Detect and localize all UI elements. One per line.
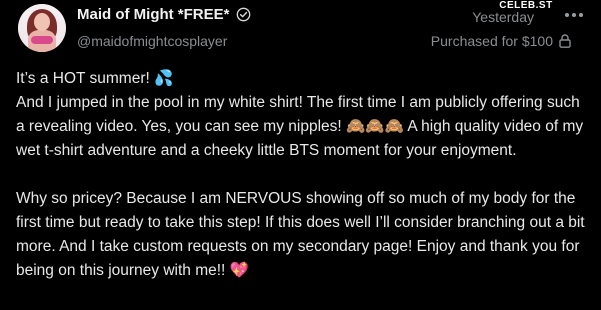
watermark: CELEB.ST — [451, 0, 601, 12]
post-paragraph: Why so pricey? Because I am NERVOUS show… — [16, 190, 585, 279]
avatar[interactable] — [18, 4, 66, 52]
author-name[interactable]: Maid of Might *FREE* — [77, 6, 230, 23]
post-paragraph: And I jumped in the pool in my white shi… — [16, 94, 584, 159]
post-card: CELEB.ST Maid of Might *FREE* @maidofmig… — [0, 0, 601, 310]
purchase-status: Purchased for $100 — [431, 33, 571, 49]
author-name-row: Maid of Might *FREE* — [77, 6, 251, 23]
post-header: Maid of Might *FREE* @maidofmightcosplay… — [16, 3, 585, 63]
lock-icon — [559, 34, 571, 48]
author-handle[interactable]: @maidofmightcosplayer — [77, 33, 227, 49]
purchase-label: Purchased for $100 — [430, 33, 553, 49]
verified-check-icon — [236, 7, 251, 22]
post-paragraph: It’s a HOT summer! 💦 — [16, 70, 174, 87]
post-text: It’s a HOT summer! 💦 And I jumped in the… — [16, 67, 585, 283]
